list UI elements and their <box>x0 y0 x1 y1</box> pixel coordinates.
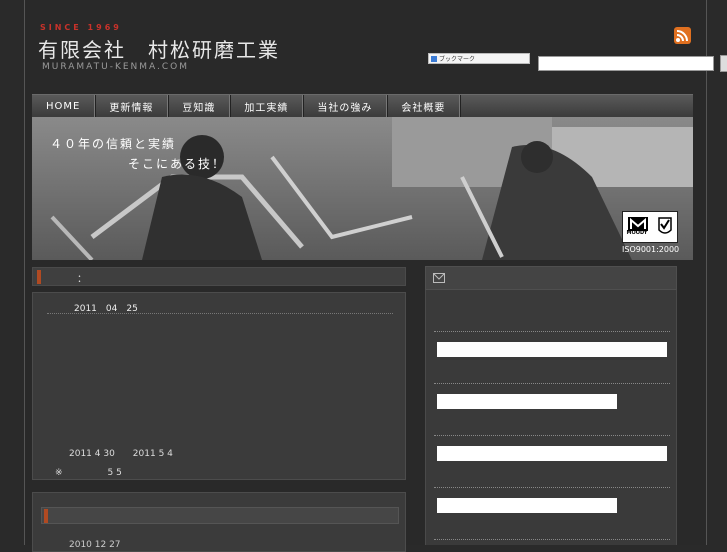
site-domain: MURAMATU-KENMA.COM <box>42 62 190 72</box>
bookmark-button[interactable]: ブックマーク <box>428 53 530 64</box>
sidebar-divider <box>434 331 670 332</box>
rss-icon[interactable] <box>674 27 691 44</box>
certification-badge <box>622 211 678 243</box>
bookmark-label: ブックマーク <box>439 56 476 63</box>
post-title-bar[interactable] <box>41 507 399 524</box>
main-nav: HOME 更新情報 豆知識 加工実績 当社の強み 会社概要 <box>32 94 693 117</box>
sidebar-banner-4[interactable] <box>437 498 617 513</box>
nav-item-works[interactable]: 加工実績 <box>230 95 304 117</box>
iso-label: ISO9001:2000 <box>622 245 680 254</box>
nav-item-updates[interactable]: 更新情報 <box>95 95 169 117</box>
hero-headline: ４０年の信頼と実績 <box>50 137 177 151</box>
post-note: ※ 5 5 <box>55 468 122 478</box>
sidebar-header <box>425 266 677 290</box>
mail-icon[interactable] <box>433 273 445 283</box>
news-post-2: 2010 12 27 <box>32 492 406 552</box>
news-section-header: ： <box>32 267 406 286</box>
header-accent <box>37 270 41 284</box>
hero-banner: ４０年の信頼と実績 そこにある技！ MOODY ISO9001:2000 <box>32 117 693 260</box>
bookmark-icon <box>431 55 437 62</box>
company-logo[interactable]: 有限会社 村松研磨工業 <box>38 34 280 63</box>
nav-item-home[interactable]: HOME <box>32 95 96 117</box>
nav-item-company[interactable]: 会社概要 <box>387 95 461 117</box>
check-mark-icon <box>657 217 672 234</box>
hero-subheadline: そこにある技！ <box>128 157 227 171</box>
post-accent <box>44 509 48 523</box>
sidebar-divider <box>434 487 670 488</box>
since-label: SINCE 1969 <box>40 23 122 32</box>
sidebar-divider <box>434 383 670 384</box>
sidebar-banner-1[interactable] <box>437 342 667 357</box>
search-button[interactable] <box>720 55 727 72</box>
sidebar <box>425 290 677 545</box>
nav-item-tips[interactable]: 豆知識 <box>168 95 231 117</box>
post-divider <box>47 313 393 314</box>
sidebar-banner-2[interactable] <box>437 394 617 409</box>
cert-brand: MOODY <box>626 230 648 236</box>
nav-item-strengths[interactable]: 当社の強み <box>303 95 388 117</box>
sidebar-banner-3[interactable] <box>437 446 667 461</box>
sidebar-divider <box>434 435 670 436</box>
post-date-range: 2011 4 30 2011 5 4 <box>69 449 173 459</box>
search-input[interactable] <box>538 56 714 71</box>
news-section-title: ： <box>77 274 87 285</box>
news-post: 2011 04 25 2011 4 30 2011 5 4 ※ 5 5 <box>32 292 406 480</box>
sidebar-divider <box>434 539 670 540</box>
post-2-date: 2010 12 27 <box>69 540 121 550</box>
